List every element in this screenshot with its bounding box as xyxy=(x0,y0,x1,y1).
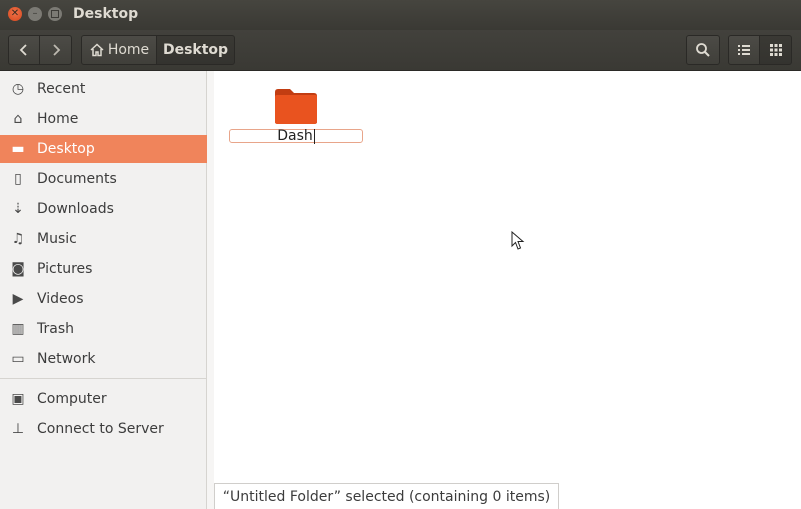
mouse-pointer-icon xyxy=(511,231,525,250)
chevron-left-icon xyxy=(19,44,27,56)
minimize-icon: – xyxy=(32,8,38,19)
sidebar-item-connect-to-server[interactable]: ⊥ Connect to Server xyxy=(0,415,207,443)
folder-icon: ▬ xyxy=(11,141,25,157)
status-text: “Untitled Folder” selected (containing 0… xyxy=(222,488,551,505)
sidebar-item-network[interactable]: ▭ Network xyxy=(0,345,207,373)
breadcrumb-desktop[interactable]: Desktop xyxy=(157,35,235,65)
rename-value: Dash xyxy=(277,128,313,144)
close-window-button[interactable]: ✕ xyxy=(8,7,22,21)
list-view-button[interactable] xyxy=(728,35,760,65)
home-icon xyxy=(90,43,104,57)
server-icon: ⊥ xyxy=(11,421,25,437)
sidebar-item-recent[interactable]: ◷ Recent xyxy=(0,75,207,103)
search-icon xyxy=(696,43,710,57)
sidebar-item-desktop[interactable]: ▬ Desktop xyxy=(0,135,207,163)
forward-button[interactable] xyxy=(40,35,72,65)
back-button[interactable] xyxy=(8,35,40,65)
sidebar-item-label: Connect to Server xyxy=(37,421,164,437)
sidebar-item-label: Network xyxy=(37,351,96,367)
maximize-icon xyxy=(51,10,59,18)
folder-icon[interactable] xyxy=(273,86,319,126)
maximize-window-button[interactable] xyxy=(48,7,62,21)
grid-view-button[interactable] xyxy=(760,35,792,65)
title-bar: ✕ – Desktop xyxy=(0,0,801,30)
sidebar-item-label: Desktop xyxy=(37,141,95,157)
home-icon: ⌂ xyxy=(13,111,23,127)
trash-icon: ▥ xyxy=(11,321,25,337)
window-title: Desktop xyxy=(73,6,139,22)
sidebar-resize-handle[interactable] xyxy=(207,71,214,509)
sidebar-item-label: Downloads xyxy=(37,201,114,217)
sidebar-item-label: Computer xyxy=(37,391,107,407)
breadcrumb-home-label: Home xyxy=(107,42,150,58)
document-icon: ▯ xyxy=(14,171,22,187)
video-icon: ▶ xyxy=(12,291,24,307)
sidebar-item-label: Home xyxy=(37,111,79,127)
close-icon: ✕ xyxy=(10,8,20,19)
rename-field[interactable]: Dash xyxy=(229,128,363,144)
breadcrumb-desktop-label: Desktop xyxy=(162,42,229,58)
grid-view-icon xyxy=(769,44,782,56)
sidebar-item-label: Music xyxy=(37,231,77,247)
sidebar-item-music[interactable]: ♫ Music xyxy=(0,225,207,253)
sidebar-item-home[interactable]: ⌂ Home xyxy=(0,105,207,133)
camera-icon: ◙ xyxy=(11,261,25,277)
download-icon: ⇣ xyxy=(12,201,24,217)
search-button[interactable] xyxy=(686,35,720,65)
network-icon: ▭ xyxy=(11,351,25,367)
sidebar-item-computer[interactable]: ▣ Computer xyxy=(0,385,207,413)
sidebar-item-videos[interactable]: ▶ Videos xyxy=(0,285,207,313)
sidebar: ◷ Recent ⌂ Home ▬ Desktop ▯ Documents ⇣ … xyxy=(0,71,207,509)
file-view[interactable]: Dash xyxy=(214,71,801,509)
music-icon: ♫ xyxy=(11,231,25,247)
sidebar-item-label: Pictures xyxy=(37,261,93,277)
toolbar: Home Desktop xyxy=(0,30,801,71)
chevron-right-icon xyxy=(52,44,60,56)
sidebar-item-label: Trash xyxy=(37,321,74,337)
sidebar-item-label: Documents xyxy=(37,171,117,187)
sidebar-separator xyxy=(0,378,207,379)
sidebar-item-trash[interactable]: ▥ Trash xyxy=(0,315,207,343)
sidebar-item-documents[interactable]: ▯ Documents xyxy=(0,165,207,193)
breadcrumb-home[interactable]: Home xyxy=(81,35,157,65)
sidebar-item-label: Recent xyxy=(37,81,86,97)
computer-icon: ▣ xyxy=(11,391,25,407)
status-bar: “Untitled Folder” selected (containing 0… xyxy=(214,483,559,509)
text-caret xyxy=(313,128,315,144)
list-view-icon xyxy=(738,45,750,55)
sidebar-item-downloads[interactable]: ⇣ Downloads xyxy=(0,195,207,223)
sidebar-item-label: Videos xyxy=(37,291,84,307)
clock-icon: ◷ xyxy=(11,81,25,97)
minimize-window-button[interactable]: – xyxy=(28,7,42,21)
sidebar-item-pictures[interactable]: ◙ Pictures xyxy=(0,255,207,283)
